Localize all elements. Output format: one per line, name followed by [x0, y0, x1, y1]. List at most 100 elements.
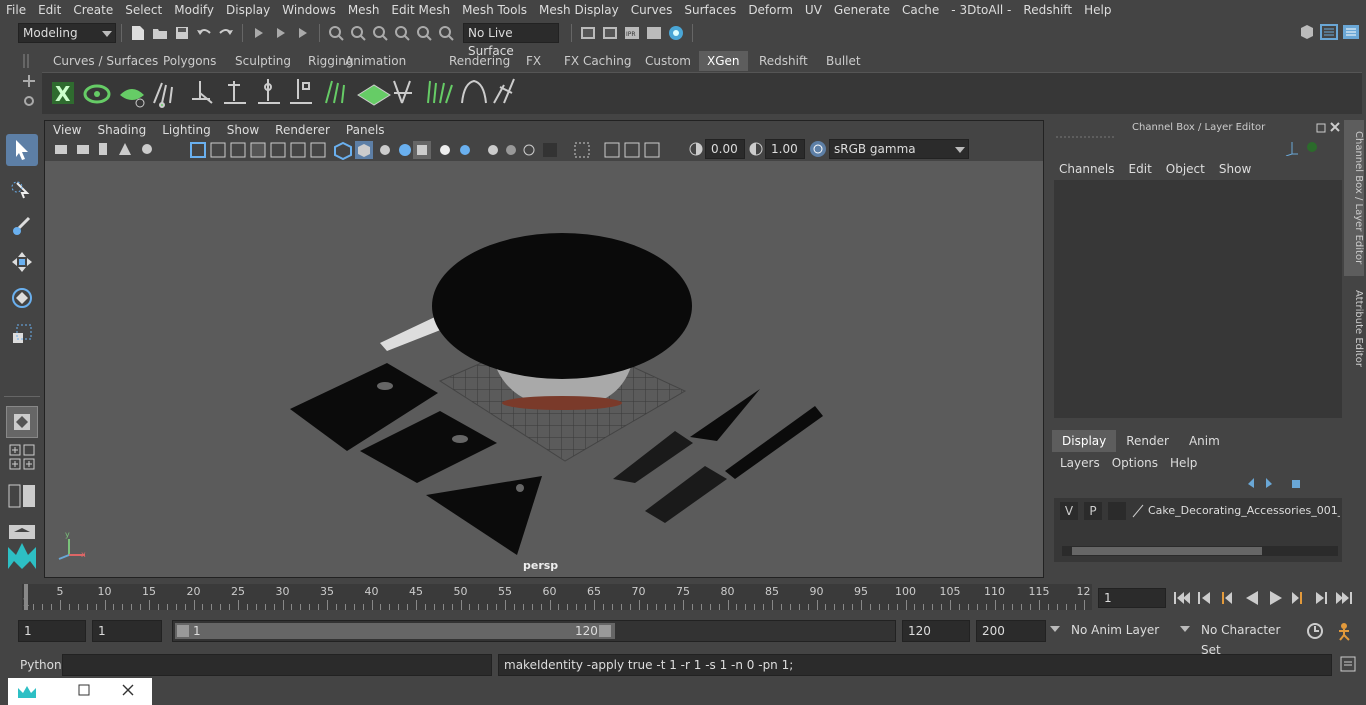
menu-edit-mesh[interactable]: Edit Mesh: [385, 0, 456, 20]
channel-menu-object[interactable]: Object: [1159, 162, 1212, 176]
redo-icon[interactable]: [217, 24, 235, 42]
viewport-menu-view[interactable]: View: [45, 123, 89, 137]
shelf-tab-xgen[interactable]: XGen: [699, 51, 748, 71]
menu-3dtoall[interactable]: - 3DtoAll -: [945, 0, 1017, 20]
menu-mesh-tools[interactable]: Mesh Tools: [456, 0, 533, 20]
select-component-icon[interactable]: [294, 24, 312, 42]
color-space-dropdown[interactable]: sRGB gamma: [829, 139, 969, 159]
viewport-menu-show[interactable]: Show: [219, 123, 267, 137]
undo-icon[interactable]: [195, 24, 213, 42]
menu-deform[interactable]: Deform: [742, 0, 799, 20]
close-panel-icon[interactable]: [1330, 121, 1340, 135]
menu-file[interactable]: File: [0, 0, 32, 20]
new-scene-icon[interactable]: [129, 24, 147, 42]
menu-generate[interactable]: Generate: [828, 0, 896, 20]
modeling-toolkit-icon[interactable]: [1298, 23, 1316, 41]
anim-layer-dropdown[interactable]: No Anim Layer: [1066, 620, 1176, 642]
select-hierarchy-icon[interactable]: [250, 24, 268, 42]
snap-curve-icon[interactable]: [349, 24, 367, 42]
layer-tab-display[interactable]: Display: [1052, 430, 1117, 452]
playback-controls[interactable]: [1172, 589, 1362, 610]
attribute-editor-icon[interactable]: [1320, 23, 1338, 41]
layer-menu-layers[interactable]: Layers: [1054, 456, 1106, 470]
range-slider[interactable]: 1 120: [172, 620, 896, 642]
outliner-layout-icon[interactable]: [6, 480, 38, 512]
four-view-icon[interactable]: [6, 442, 38, 474]
select-tool-icon[interactable]: [6, 134, 38, 166]
viewport-tool-icons[interactable]: [55, 140, 675, 160]
3d-scene[interactable]: yx persp: [45, 161, 1043, 577]
viewport-menu-panels[interactable]: Panels: [338, 123, 393, 137]
menu-create[interactable]: Create: [67, 0, 119, 20]
menu-display[interactable]: Display: [220, 0, 276, 20]
hypershade-icon[interactable]: [667, 24, 685, 42]
layer-scrollbar-thumb[interactable]: [1072, 547, 1262, 555]
menu-mesh-display[interactable]: Mesh Display: [533, 0, 625, 20]
shelf-settings-icon[interactable]: [22, 94, 36, 111]
range-end-handle[interactable]: [599, 625, 611, 637]
anim-prefs-icon[interactable]: [1336, 621, 1356, 644]
auto-key-icon[interactable]: [1306, 622, 1324, 643]
menu-help[interactable]: Help: [1078, 0, 1117, 20]
move-tool-icon[interactable]: [6, 246, 38, 278]
playback-end-field[interactable]: 120: [902, 620, 970, 642]
layer-menu-help[interactable]: Help: [1164, 456, 1203, 470]
maximize-icon[interactable]: [78, 684, 90, 699]
menu-curves[interactable]: Curves: [625, 0, 679, 20]
render-settings-icon[interactable]: [645, 24, 663, 42]
rotate-tool-icon[interactable]: [6, 282, 38, 314]
menu-modify[interactable]: Modify: [168, 0, 220, 20]
shelf-tab-polygons[interactable]: Polygons: [155, 51, 224, 71]
layer-action-icons[interactable]: [1246, 476, 1332, 493]
shelf-tab-rendering[interactable]: Rendering: [441, 51, 518, 71]
menu-edit[interactable]: Edit: [32, 0, 67, 20]
layer-menu-options[interactable]: Options: [1106, 456, 1164, 470]
single-view-icon[interactable]: [6, 406, 38, 438]
mode-selector[interactable]: Modeling: [18, 23, 116, 43]
menu-mesh[interactable]: Mesh: [342, 0, 386, 20]
side-tab-channel-box[interactable]: Channel Box / Layer Editor: [1344, 120, 1364, 276]
select-object-icon[interactable]: [272, 24, 290, 42]
render-frame-icon[interactable]: [601, 24, 619, 42]
channel-list[interactable]: [1054, 180, 1342, 418]
character-set-dropdown[interactable]: No Character Set: [1196, 620, 1300, 657]
shelf-tab-fx-caching[interactable]: FX Caching: [556, 51, 639, 71]
layer-row[interactable]: V P Cake_Decorating_Accessories_001_lay: [1058, 502, 1340, 520]
layer-playback-toggle[interactable]: P: [1084, 502, 1102, 520]
layer-tab-anim[interactable]: Anim: [1179, 430, 1230, 452]
range-slider-bar[interactable]: 1 120: [175, 623, 615, 639]
color-management-icon[interactable]: [809, 140, 827, 161]
viewport-menu-renderer[interactable]: Renderer: [267, 123, 338, 137]
gamma-icon[interactable]: [749, 142, 763, 159]
timeline-ruler[interactable]: 1510152025303540455055606570758085909510…: [22, 584, 1092, 610]
current-frame-field[interactable]: 1: [1098, 588, 1166, 608]
menu-cache[interactable]: Cache: [896, 0, 945, 20]
shelf-tab-custom[interactable]: Custom: [637, 51, 699, 71]
shelf-options-icon[interactable]: [22, 74, 36, 91]
layer-visibility-toggle[interactable]: V: [1060, 502, 1078, 520]
snap-vertex-icon[interactable]: [437, 24, 455, 42]
layer-color-swatch[interactable]: [1108, 502, 1126, 520]
snap-grid-icon[interactable]: [327, 24, 345, 42]
menu-surfaces[interactable]: Surfaces: [678, 0, 742, 20]
viewport-menu-lighting[interactable]: Lighting: [154, 123, 219, 137]
ipr-render-icon[interactable]: IPR: [623, 24, 641, 42]
layer-tab-render[interactable]: Render: [1116, 430, 1179, 452]
exposure-field[interactable]: 0.00: [705, 139, 745, 159]
anim-layer-arrow-icon[interactable]: [1050, 626, 1060, 632]
shelf-tab-sculpting[interactable]: Sculpting: [227, 51, 299, 71]
snap-view-icon[interactable]: [393, 24, 411, 42]
script-editor-icon[interactable]: [1340, 656, 1356, 675]
command-input[interactable]: [62, 654, 492, 676]
lasso-tool-icon[interactable]: [6, 174, 38, 206]
shelf-tab-redshift[interactable]: Redshift: [751, 51, 816, 71]
channel-menu-channels[interactable]: Channels: [1052, 162, 1122, 176]
start-time-field[interactable]: 1: [18, 620, 86, 642]
save-scene-icon[interactable]: [173, 24, 191, 42]
shelf-tab-animation[interactable]: Animation: [337, 51, 414, 71]
shelf-tab-fx[interactable]: FX: [518, 51, 549, 71]
menu-windows[interactable]: Windows: [276, 0, 342, 20]
layer-scrollbar[interactable]: [1062, 546, 1338, 556]
exposure-icon[interactable]: [689, 142, 703, 159]
channel-menu-show[interactable]: Show: [1212, 162, 1258, 176]
